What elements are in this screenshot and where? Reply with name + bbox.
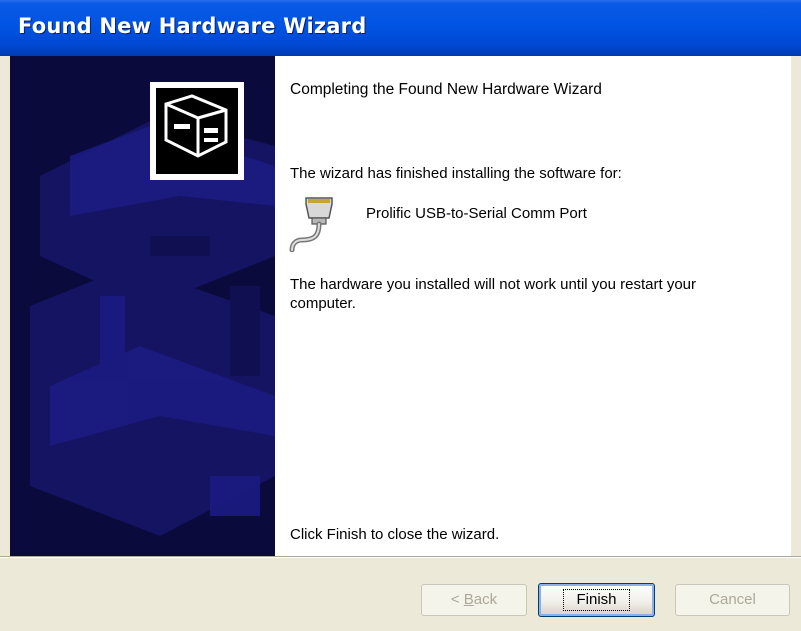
back-button[interactable]: < Back [421,584,527,616]
close-hint: Click Finish to close the wizard. [290,526,500,543]
finish-button[interactable]: Finish [538,583,655,617]
hardware-wizard-icon [150,82,244,180]
title-bar[interactable]: Found New Hardware Wizard [0,0,801,56]
divider-highlight [0,557,801,558]
back-prefix: < [450,591,464,608]
back-rest: ack [473,591,498,608]
finish-label: Finish [563,589,630,611]
back-mnemonic: B [463,591,474,608]
page-heading: Completing the Found New Hardware Wizard [290,81,602,98]
cancel-button[interactable]: Cancel [675,584,790,616]
frame-right [791,56,801,556]
device-name: Prolific USB-to-Serial Comm Port [366,205,587,222]
window-title: Found New Hardware Wizard [18,14,367,38]
serial-port-icon [288,196,338,253]
frame-left [0,56,10,556]
finished-message: The wizard has finished installing the s… [290,165,622,182]
wizard-sidebar [10,56,275,556]
restart-warning: The hardware you installed will not work… [290,276,697,312]
